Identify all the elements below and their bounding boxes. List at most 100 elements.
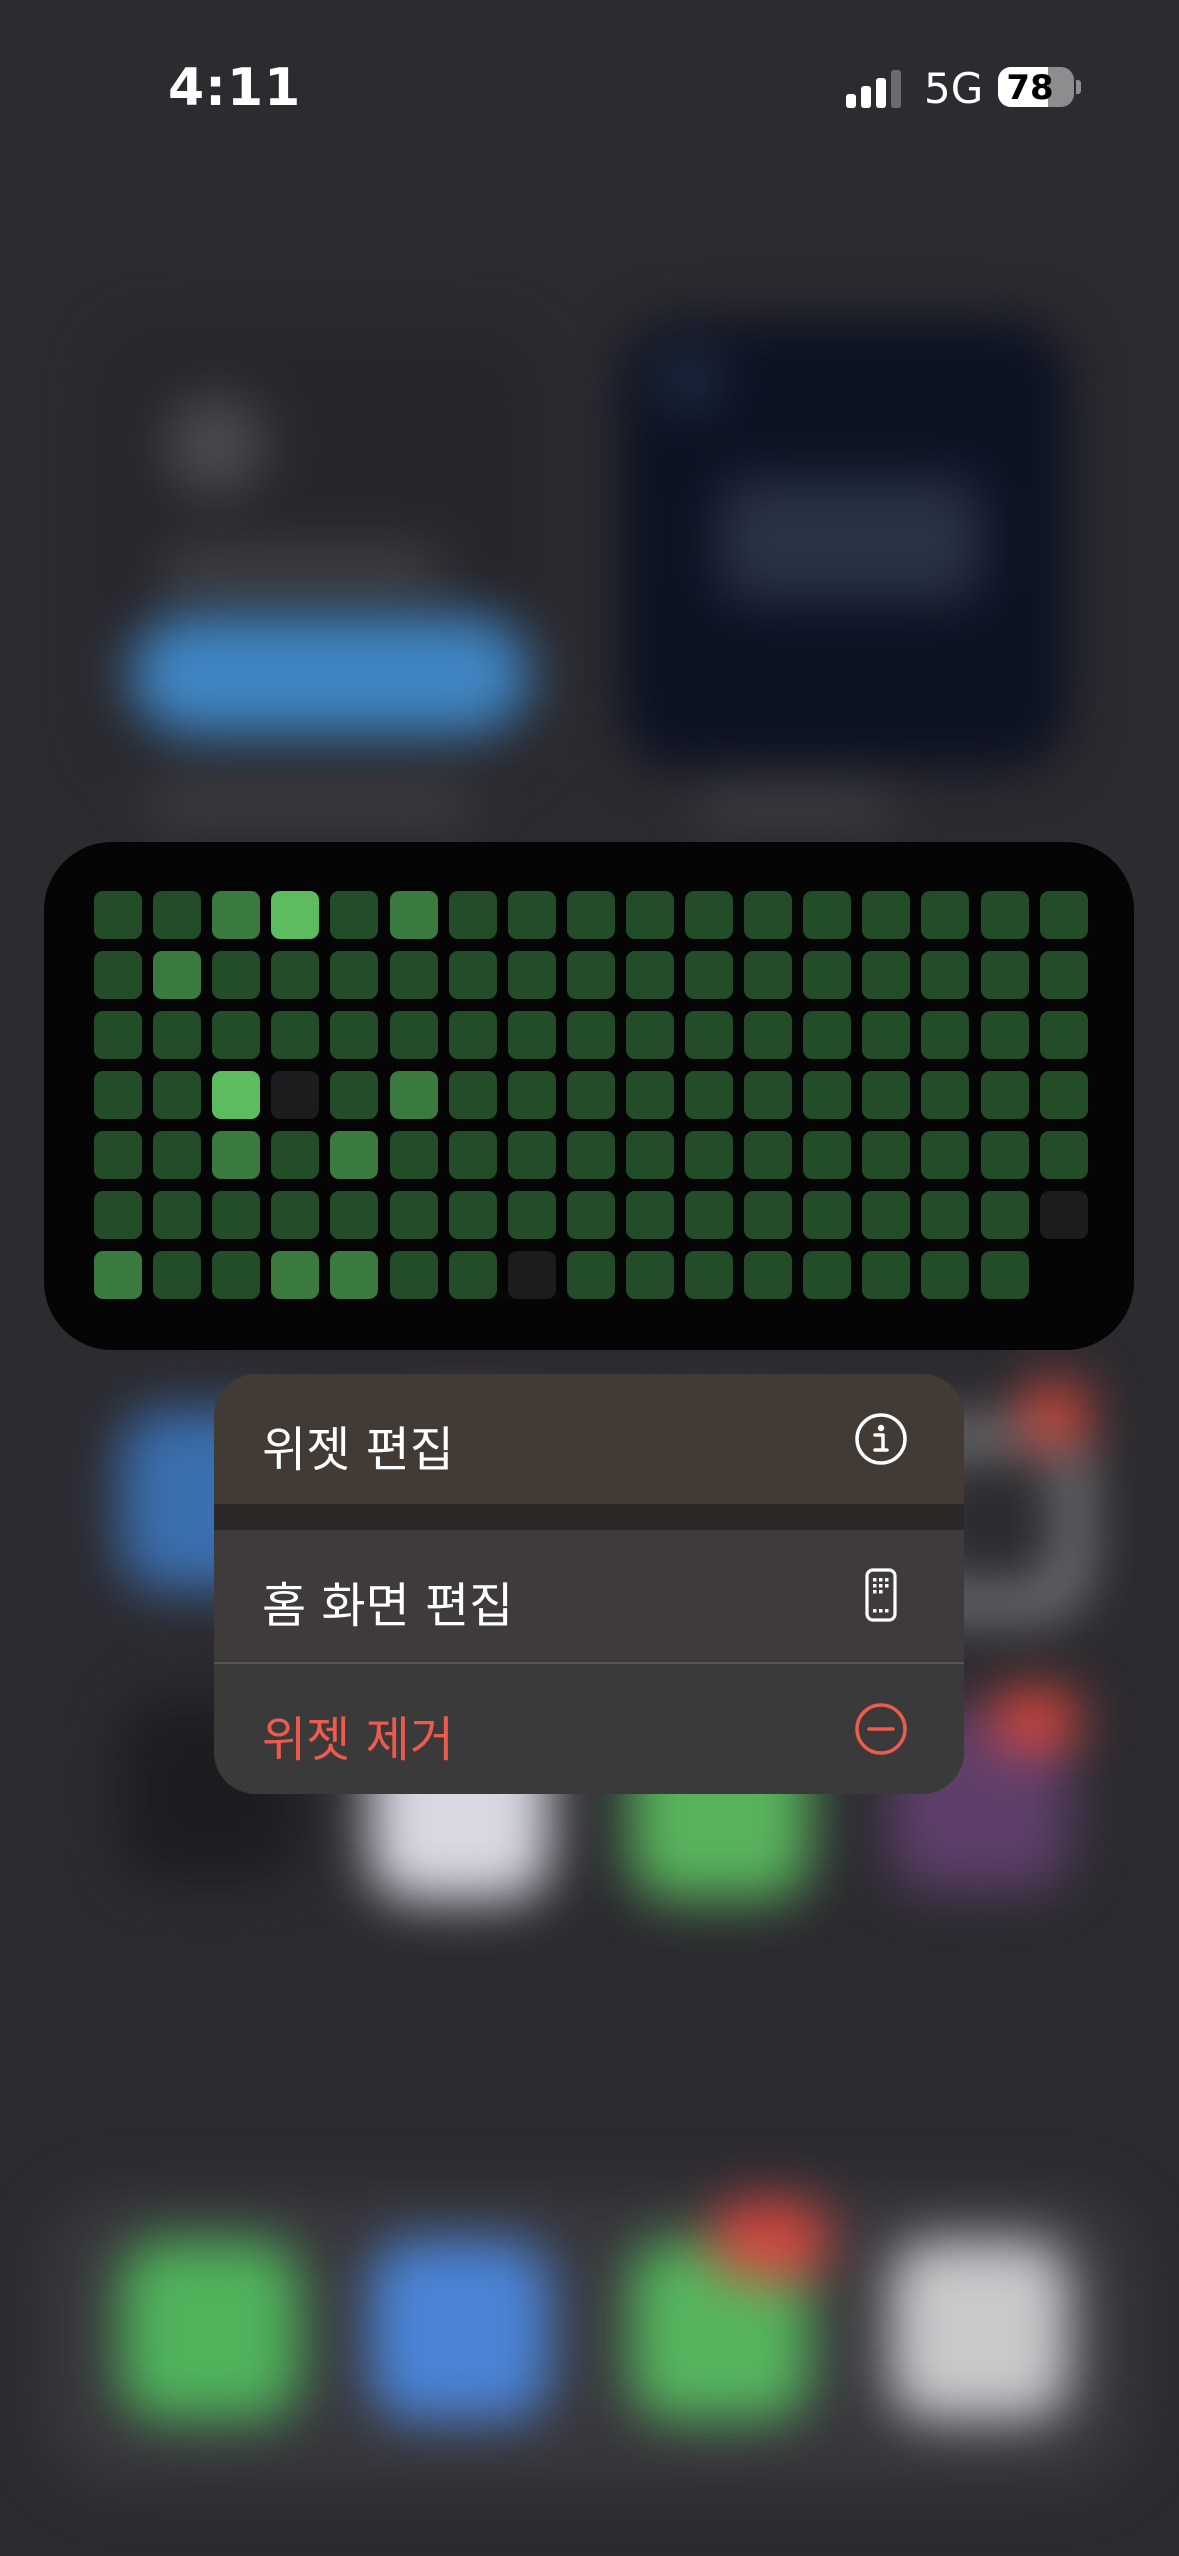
grid-cell — [862, 1191, 910, 1239]
remove-widget-label: 위젯 제거 — [262, 1712, 454, 1768]
grid-cell — [921, 1251, 969, 1299]
grid-cell — [685, 951, 733, 999]
grid-cell — [803, 1131, 851, 1179]
info-circle-icon — [855, 1413, 907, 1465]
grid-cell — [330, 1251, 378, 1299]
grid-cell — [1040, 891, 1088, 939]
blurred-dock-icon — [120, 2240, 300, 2420]
grid-cell — [1040, 1131, 1088, 1179]
grid-cell — [271, 1191, 319, 1239]
grid-cell — [1040, 1011, 1088, 1059]
grid-cell — [94, 1071, 142, 1119]
grid-cell — [94, 1131, 142, 1179]
blurred-badge — [1020, 1380, 1090, 1450]
grid-cell — [862, 1071, 910, 1119]
edit-widget-label: 위젯 편집 — [262, 1422, 454, 1478]
grid-cell — [921, 1011, 969, 1059]
grid-cell — [803, 1011, 851, 1059]
grid-cell — [744, 891, 792, 939]
grid-cell — [626, 1011, 674, 1059]
grid-cell — [271, 1011, 319, 1059]
grid-cell — [744, 1251, 792, 1299]
grid-cell — [921, 1131, 969, 1179]
grid-cell — [508, 951, 556, 999]
battery-percent: 78 — [1006, 68, 1054, 107]
grid-cell — [508, 1191, 556, 1239]
grid-cell — [744, 1191, 792, 1239]
cellular-signal-icon — [846, 68, 904, 108]
grid-cell — [921, 1191, 969, 1239]
grid-cell — [271, 1071, 319, 1119]
minus-circle-icon — [855, 1703, 907, 1755]
grid-cell — [981, 951, 1029, 999]
network-type: 5G — [924, 64, 984, 113]
edit-widget-menu-item[interactable]: 위젯 편집 — [214, 1374, 964, 1504]
grid-cell — [390, 1131, 438, 1179]
grid-cell — [508, 1071, 556, 1119]
grid-cell — [449, 1011, 497, 1059]
blurred-widget-text — [160, 555, 440, 583]
grid-cell — [567, 1191, 615, 1239]
edit-home-screen-menu-item[interactable]: 홈 화면 편집 — [214, 1530, 964, 1660]
grid-cell — [271, 1251, 319, 1299]
grid-cell — [390, 951, 438, 999]
grid-cell — [449, 891, 497, 939]
status-time: 4:11 — [168, 58, 302, 118]
grid-cell — [685, 1131, 733, 1179]
grid-cell — [626, 1071, 674, 1119]
grid-cell — [981, 1011, 1029, 1059]
grid-cell — [271, 951, 319, 999]
blurred-widget-button — [130, 615, 530, 735]
grid-cell — [862, 1251, 910, 1299]
grid-cell — [449, 1251, 497, 1299]
phone-apps-icon — [865, 1568, 897, 1622]
menu-section-gap — [214, 1504, 964, 1530]
blurred-badge — [990, 1690, 1080, 1750]
grid-cell — [981, 1071, 1029, 1119]
grid-cell — [626, 891, 674, 939]
grid-cell — [449, 1131, 497, 1179]
grid-cell — [685, 1191, 733, 1239]
grid-cell — [330, 1011, 378, 1059]
grid-cell — [803, 1071, 851, 1119]
grid-cell — [449, 1071, 497, 1119]
grid-cell — [862, 951, 910, 999]
grid-cell — [567, 891, 615, 939]
grid-cell — [94, 1191, 142, 1239]
grid-cell — [212, 891, 260, 939]
grid-cell — [271, 891, 319, 939]
grid-cell — [212, 1251, 260, 1299]
grid-cell — [803, 1251, 851, 1299]
grid-cell — [94, 951, 142, 999]
contribution-grid-widget[interactable] — [44, 842, 1134, 1350]
grid-cell — [94, 891, 142, 939]
grid-cell — [212, 1191, 260, 1239]
grid-cell — [390, 1011, 438, 1059]
grid-cell — [153, 1251, 201, 1299]
widget-context-menu: 위젯 편집 홈 화면 편집 위젯 제거 — [214, 1374, 964, 1794]
grid-cell — [685, 891, 733, 939]
grid-cell — [1040, 951, 1088, 999]
grid-cell — [212, 1131, 260, 1179]
grid-cell — [508, 1251, 556, 1299]
grid-cell — [981, 1131, 1029, 1179]
grid-cell — [330, 1131, 378, 1179]
grid-cell — [153, 1071, 201, 1119]
grid-cell — [803, 951, 851, 999]
grid-cell — [94, 1251, 142, 1299]
grid-cell — [449, 951, 497, 999]
grid-cell — [153, 1131, 201, 1179]
remove-widget-menu-item[interactable]: 위젯 제거 — [214, 1664, 964, 1794]
grid-cell — [567, 1071, 615, 1119]
grid-cell — [153, 951, 201, 999]
grid-cell — [1040, 1071, 1088, 1119]
grid-cell — [626, 951, 674, 999]
blurred-widget-label — [150, 790, 470, 816]
grid-cell — [153, 891, 201, 939]
battery-icon: 78 — [998, 67, 1074, 107]
blurred-dock-icon — [370, 2240, 550, 2420]
grid-cell — [330, 1191, 378, 1239]
grid-cell — [981, 1251, 1029, 1299]
grid-cell — [508, 891, 556, 939]
grid-cell — [862, 1131, 910, 1179]
